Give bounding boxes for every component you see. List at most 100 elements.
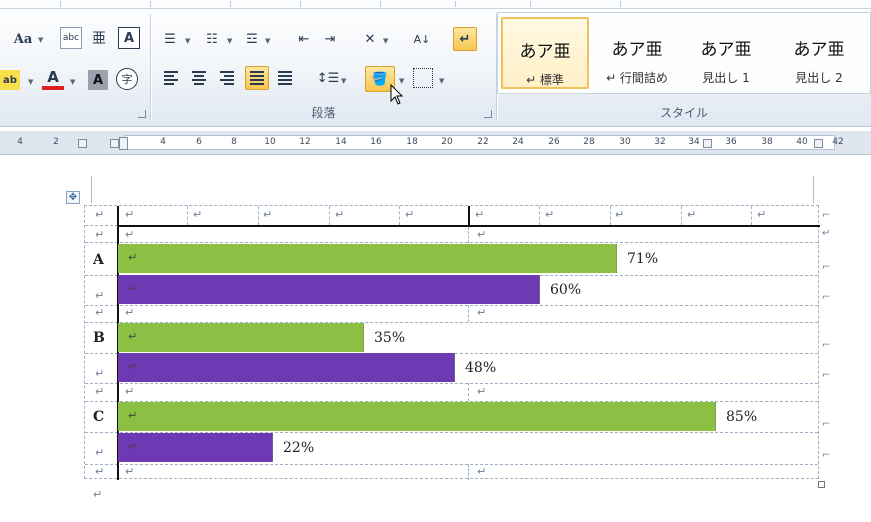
bar-value-label: 22% (283, 440, 315, 456)
grid-tick (539, 206, 540, 225)
ruler-tick: 34 (688, 137, 700, 147)
paragraph-mark: ↵ (335, 208, 345, 221)
table-resize-handle[interactable] (818, 481, 825, 488)
ruler-tick: 16 (370, 137, 382, 147)
paragraph-group: ☰ ▼ ☷ ▼ ☲ ▼ ⇤ ⇥ ✕ ▼ A↓ ↵ ↕☰ ▼ 🪣 ▼ ▼ 段落 (151, 10, 496, 124)
show-formatting-marks-icon[interactable]: ↵ (453, 27, 477, 51)
ribbon-tab-strip (0, 0, 871, 9)
crop-mark (91, 176, 92, 203)
chevron-down-icon[interactable]: ▼ (265, 37, 270, 45)
ruler-tick: 8 (231, 137, 237, 147)
decrease-indent-icon[interactable]: ⇤ (293, 28, 315, 50)
table-move-handle[interactable]: ✥ (66, 191, 80, 204)
paragraph-mark: ↵ (128, 282, 138, 295)
change-case-button[interactable]: Aa (8, 28, 38, 50)
bar-a-purple[interactable]: ↵ (118, 275, 540, 304)
ruler-tick: 10 (264, 137, 276, 147)
ribbon: Aa ▼ abc 亜 A ab ▼ A ▼ A 字 ☰ ▼ ☷ ▼ ☲ ▼ ⇤ … (0, 0, 871, 127)
paragraph-mark: ↵ (615, 208, 625, 221)
increase-indent-icon[interactable]: ⇥ (319, 28, 341, 50)
tab-divider (300, 1, 301, 7)
clear-format-icon[interactable]: abc (60, 27, 82, 49)
indent-marker[interactable] (119, 137, 128, 150)
paragraph-mark: ↵ (125, 306, 135, 319)
end-of-row-mark: ↵ (822, 228, 831, 239)
highlight-color-icon[interactable]: ab (0, 70, 20, 90)
paragraph-mark: ↵ (128, 409, 138, 422)
chart-axis-midline (468, 206, 470, 227)
paragraph-mark: ↵ (95, 465, 105, 478)
column-marker[interactable] (703, 139, 712, 148)
paragraph-mark: ↵ (125, 208, 135, 221)
group-label: A (93, 252, 104, 268)
justify-icon[interactable] (245, 66, 269, 90)
tab-divider (620, 1, 621, 7)
align-center-icon[interactable] (189, 68, 209, 88)
chevron-down-icon[interactable]: ▼ (341, 77, 346, 85)
bar-b-purple[interactable]: ↵ (118, 353, 455, 382)
numbering-icon[interactable]: ☷ (201, 28, 223, 50)
paragraph-mark: ↵ (263, 208, 273, 221)
asian-layout-icon[interactable]: ✕ (359, 28, 381, 50)
mouse-pointer-icon (390, 84, 404, 105)
chevron-down-icon[interactable]: ▼ (38, 36, 43, 44)
chevron-down-icon[interactable]: ▼ (383, 37, 388, 45)
ruler-tick: 38 (761, 137, 773, 147)
char-shading-button[interactable]: A (88, 70, 108, 90)
bar-chart-table[interactable]: ↵ ↵ ↵ ↵ ↵ ↵ ↵ ↵ ↵ ↵ ↵ ↵ ↵ ↵ ↵ ↵ ↵ ↵ ↵ ↵ … (84, 205, 830, 480)
bullets-icon[interactable]: ☰ (159, 28, 181, 50)
align-right-icon[interactable] (217, 68, 237, 88)
paragraph-mark: ↵ (757, 208, 767, 221)
ruler-tick: 18 (406, 137, 418, 147)
column-marker[interactable] (110, 139, 119, 148)
multilevel-list-icon[interactable]: ☲ (241, 28, 263, 50)
bar-b-green[interactable]: ↵ (118, 323, 364, 352)
end-of-row-mark: ⌐ (822, 370, 831, 381)
paragraph-dialog-launcher-icon[interactable] (484, 110, 492, 118)
distributed-icon[interactable] (275, 68, 295, 88)
bar-c-green[interactable]: ↵ (118, 402, 716, 431)
end-of-row-mark: ⌐ (822, 292, 831, 303)
end-of-row-mark: ⌐ (822, 340, 831, 351)
align-left-icon[interactable] (161, 68, 181, 88)
paragraph-mark: ↵ (477, 385, 487, 398)
paragraph-mark: ↵ (475, 208, 485, 221)
column-marker[interactable] (78, 139, 87, 148)
chevron-down-icon[interactable]: ▼ (185, 37, 190, 45)
paragraph-mark: ↵ (125, 465, 135, 478)
line-spacing-icon[interactable]: ↕☰ (317, 68, 340, 88)
crop-mark (813, 176, 814, 203)
grid-tick (258, 206, 259, 225)
enclose-char-border-icon[interactable]: A (118, 27, 140, 49)
grid-tick (399, 206, 400, 225)
horizontal-ruler[interactable]: 4 2 4 6 8 10 12 14 16 18 20 22 24 26 28 … (0, 131, 871, 155)
grid-tick (610, 206, 611, 225)
enclose-char-label: 字 (121, 73, 133, 86)
font-color-button[interactable]: A (42, 68, 64, 90)
paragraph-mark: ↵ (128, 251, 138, 264)
paragraph-mark: ↵ (405, 208, 415, 221)
chevron-down-icon[interactable]: ▼ (227, 37, 232, 45)
chevron-down-icon[interactable]: ▼ (28, 78, 33, 86)
tab-divider (150, 1, 151, 7)
ruby-button[interactable]: 亜 (88, 27, 110, 49)
chevron-down-icon[interactable]: ▼ (439, 77, 444, 85)
paragraph-mark: ↵ (125, 228, 135, 241)
sort-icon[interactable]: A↓ (411, 26, 433, 52)
paragraph-mark: ↵ (95, 208, 105, 221)
ruler-tick: 42 (832, 137, 844, 147)
styles-group-label: スタイル (659, 106, 708, 120)
cell-border (468, 464, 469, 480)
cell-border (468, 383, 469, 401)
chevron-down-icon[interactable]: ▼ (70, 78, 75, 86)
enclose-char-button[interactable]: 字 (116, 68, 138, 90)
ruler-tick: 2 (53, 137, 59, 147)
bar-value-label: 60% (550, 282, 582, 298)
font-group: Aa ▼ abc 亜 A ab ▼ A ▼ A 字 (0, 10, 150, 124)
borders-icon[interactable] (413, 68, 433, 88)
paragraph-mark: ↵ (125, 385, 135, 398)
bar-a-green[interactable]: ↵ (118, 244, 617, 273)
column-marker[interactable] (814, 139, 823, 148)
font-dialog-launcher-icon[interactable] (138, 110, 146, 118)
bar-c-purple[interactable]: ↵ (118, 433, 273, 462)
